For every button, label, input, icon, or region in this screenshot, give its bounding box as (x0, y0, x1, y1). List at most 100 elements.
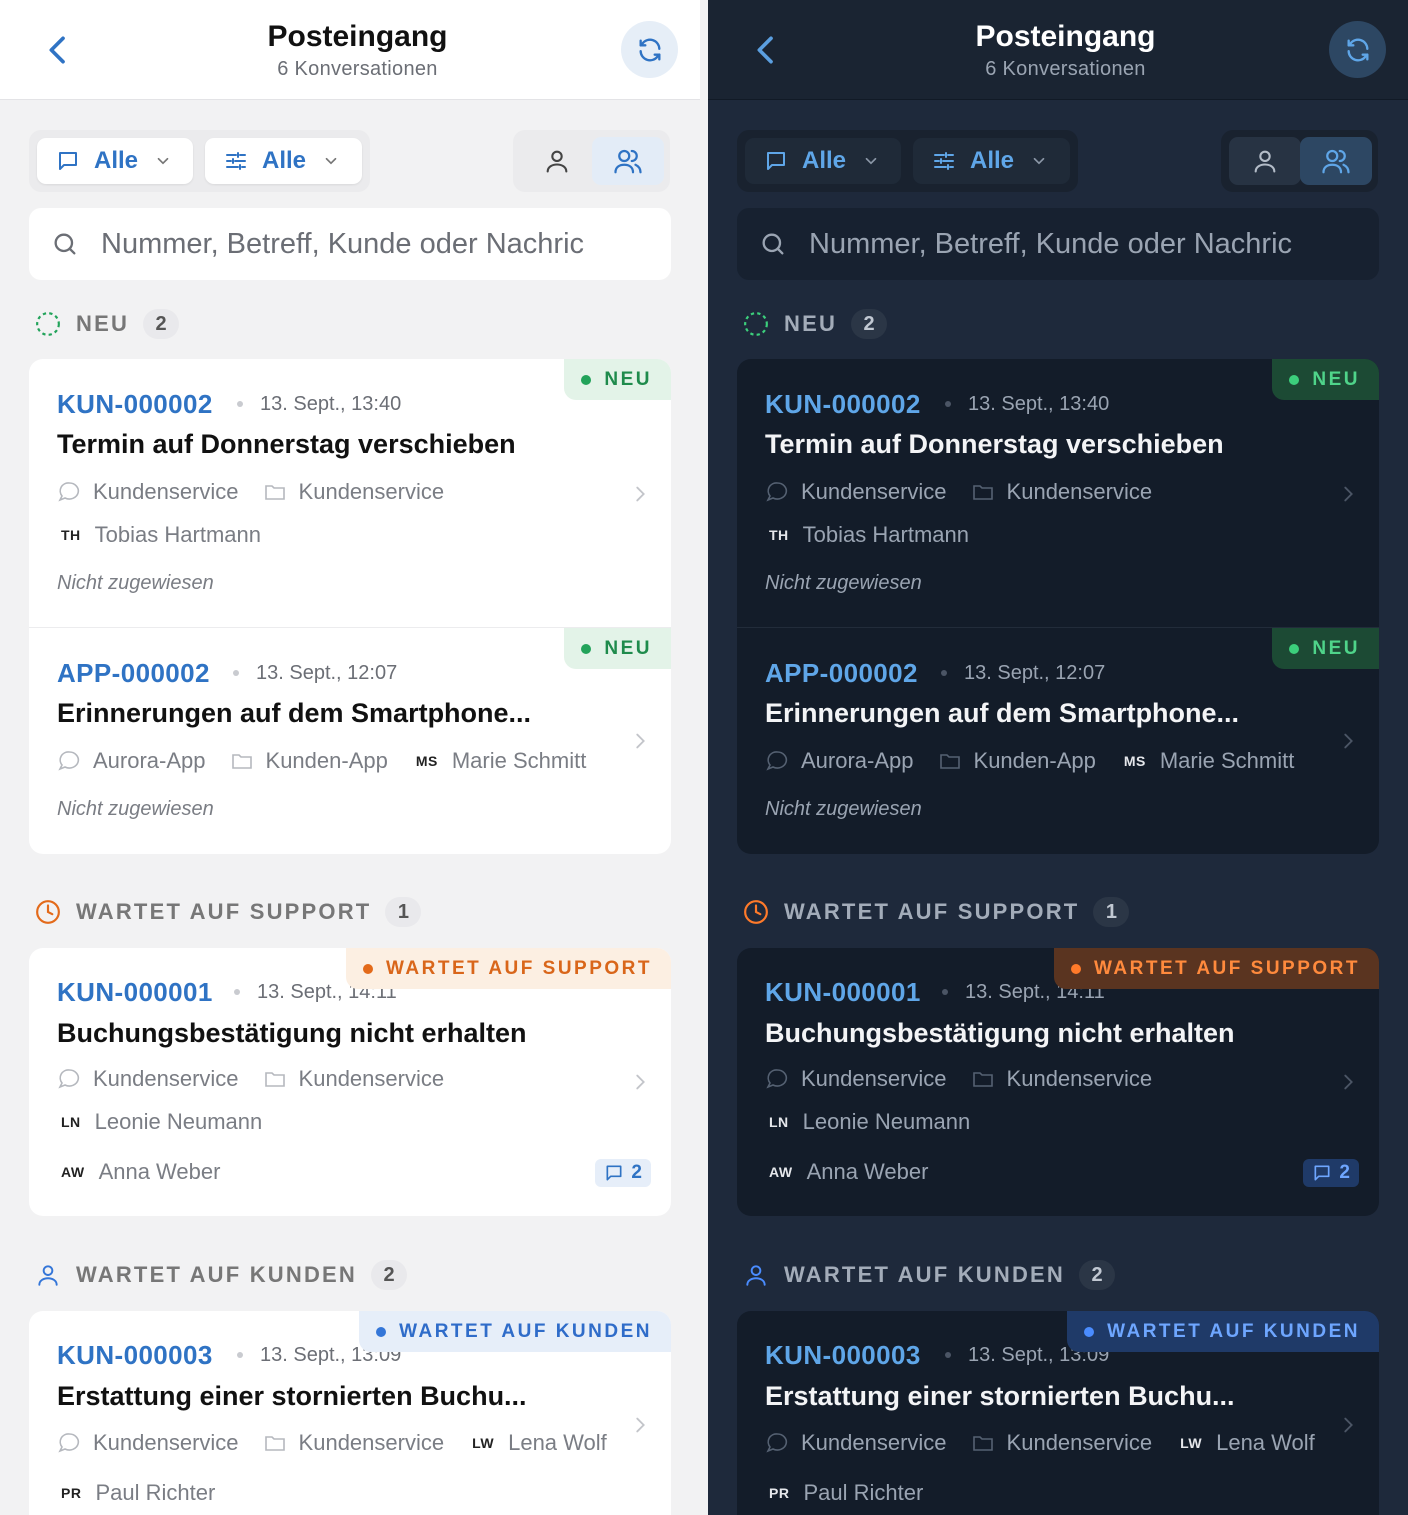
status-badge: NEU (1272, 628, 1379, 669)
customer-name: Leonie Neumann (94, 1109, 263, 1134)
ticket-row[interactable]: NEU APP-000002 13. Sept., 12:07 Erinneru… (737, 628, 1379, 854)
ticket-subject: Erinnerungen auf dem Smartphone... (57, 698, 532, 728)
ticket-row[interactable]: KUN-000003 13. Sept., 13:09 WARTET AUF K… (737, 1311, 1379, 1515)
channel-filter-button[interactable]: Alle (37, 138, 193, 184)
avatar: TH (769, 527, 789, 543)
avatar: LN (769, 1114, 789, 1130)
search-input[interactable] (101, 227, 641, 261)
chat-bubble-icon (58, 1069, 80, 1089)
chevron-right-icon (1344, 733, 1353, 749)
assignee: Nicht zugewiesen (57, 572, 214, 594)
status-badge: NEU (1272, 359, 1379, 400)
clock-icon (36, 900, 60, 924)
assignee: AW Anna Weber (765, 1159, 928, 1185)
avatar: MS (1123, 753, 1146, 769)
ticket-meta: Kundenservice Kundenservice LW Lena Wolf (57, 1430, 607, 1456)
channel-name: Aurora-App (93, 748, 206, 773)
channel-name: Kundenservice (93, 1430, 239, 1455)
search-input[interactable] (809, 227, 1349, 261)
folder-name: Kundenservice (1006, 479, 1153, 504)
team-tickets-toggle[interactable] (592, 137, 664, 185)
chat-bubble-icon (766, 1069, 788, 1089)
status-badge: WARTET AUF SUPPORT (1054, 948, 1379, 989)
status-badge: WARTET AUF KUNDEN (1067, 1311, 1379, 1352)
channel-filter-button[interactable]: Alle (745, 138, 901, 184)
section-header-neu: NEU 2 (743, 309, 888, 339)
section-count: 2 (851, 309, 888, 339)
folder-icon (972, 1072, 993, 1087)
conversation-count: 6 Konversationen (985, 58, 1146, 80)
ticket-row[interactable]: NEU KUN-000002 13. Sept., 13:40 Termin a… (737, 359, 1379, 627)
assignee: Nicht zugewiesen (765, 572, 922, 594)
ticket-subject: Erstattung einer stornierten Buchu... (765, 1381, 1235, 1411)
section-header-neu: NEU 2 (35, 309, 180, 339)
assignee: PR Paul Richter (765, 1480, 923, 1506)
section-header-waiting-support: WARTET AUF SUPPORT 1 (743, 897, 1130, 927)
chat-bubble-icon (58, 1433, 80, 1453)
ticket-id[interactable]: APP-000002 (765, 658, 918, 689)
folder-icon (264, 485, 285, 500)
team-tickets-toggle[interactable] (1300, 137, 1372, 185)
customer-name: Tobias Hartmann (802, 522, 969, 547)
avatar: TH (61, 527, 81, 543)
customer-name: Leonie Neumann (802, 1109, 971, 1134)
refresh-icon (639, 38, 660, 61)
section-title: WARTET AUF KUNDEN (76, 1262, 358, 1287)
options-filter-label: Alle (262, 147, 307, 174)
message-icon (1314, 1165, 1330, 1181)
clock-icon (744, 900, 768, 924)
assignee-name: Anna Weber (806, 1159, 929, 1184)
assignee: AW Anna Weber (57, 1159, 220, 1185)
section-count: 2 (143, 309, 180, 339)
avatar: LW (472, 1435, 495, 1451)
avatar: LW (1180, 1435, 1203, 1451)
assignee-name: Anna Weber (98, 1159, 221, 1184)
chevron-down-icon (157, 157, 169, 165)
my-tickets-toggle[interactable] (1229, 137, 1301, 185)
assignee-name: Paul Richter (95, 1480, 216, 1505)
ticket-row[interactable]: KUN-000001 13. Sept., 14:11 WARTET AUF S… (29, 948, 671, 1216)
avatar: AW (61, 1164, 85, 1180)
folder-name: Kunden-App (973, 748, 1096, 773)
ticket-id[interactable]: APP-000002 (57, 658, 210, 689)
page-title: Posteingang (975, 20, 1156, 53)
ticket-meta: Kundenservice Kundenservice (765, 1066, 1152, 1092)
customer-name: Tobias Hartmann (94, 522, 261, 547)
my-tickets-toggle[interactable] (521, 137, 593, 185)
chat-icon (59, 152, 77, 170)
message-count: 2 (595, 1159, 651, 1187)
section-title: NEU (76, 311, 130, 336)
ticket-row[interactable]: KUN-000001 13. Sept., 14:11 WARTET AUF S… (737, 948, 1379, 1216)
status-dashed-circle-icon (36, 312, 60, 336)
message-count: 2 (1303, 1159, 1359, 1187)
ticket-time: 13. Sept., 13:40 (968, 393, 1110, 415)
options-filter-button[interactable]: Alle (913, 138, 1070, 184)
channel-name: Kundenservice (93, 479, 239, 504)
refresh-button[interactable] (1329, 21, 1386, 78)
status-badge: WARTET AUF SUPPORT (346, 948, 671, 989)
ticket-id[interactable]: KUN-000001 (57, 977, 213, 1008)
section-count: 1 (1093, 897, 1130, 927)
ticket-id[interactable]: KUN-000003 (57, 1340, 213, 1371)
user-icon (38, 1265, 58, 1286)
options-filter-button[interactable]: Alle (205, 138, 362, 184)
refresh-button[interactable] (621, 21, 678, 78)
ticket-subject: Erinnerungen auf dem Smartphone... (765, 698, 1240, 728)
inbox-panel-dark: Posteingang 6 Konversationen Alle Alle N… (708, 0, 1408, 1515)
ticket-id[interactable]: KUN-000002 (57, 389, 213, 420)
ticket-meta: Aurora-App Kunden-App MS Marie Schmitt (765, 748, 1294, 774)
folder-icon (972, 485, 993, 500)
customer: LN Leonie Neumann (765, 1109, 970, 1135)
folder-name: Kundenservice (298, 1430, 445, 1455)
ticket-id[interactable]: KUN-000002 (765, 389, 921, 420)
ticket-id[interactable]: KUN-000001 (765, 977, 921, 1008)
ticket-id[interactable]: KUN-000003 (765, 1340, 921, 1371)
avatar: MS (415, 753, 438, 769)
chevron-down-icon (325, 157, 337, 165)
ticket-row[interactable]: KUN-000003 13. Sept., 13:09 WARTET AUF K… (29, 1311, 671, 1515)
ticket-time: 13. Sept., 13:40 (260, 393, 402, 415)
channel-name: Kundenservice (801, 1430, 947, 1455)
ticket-row[interactable]: NEU KUN-000002 13. Sept., 13:40 Termin a… (29, 359, 671, 627)
chevron-right-icon (636, 1074, 645, 1090)
ticket-row[interactable]: NEU APP-000002 13. Sept., 12:07 Erinneru… (29, 628, 671, 854)
